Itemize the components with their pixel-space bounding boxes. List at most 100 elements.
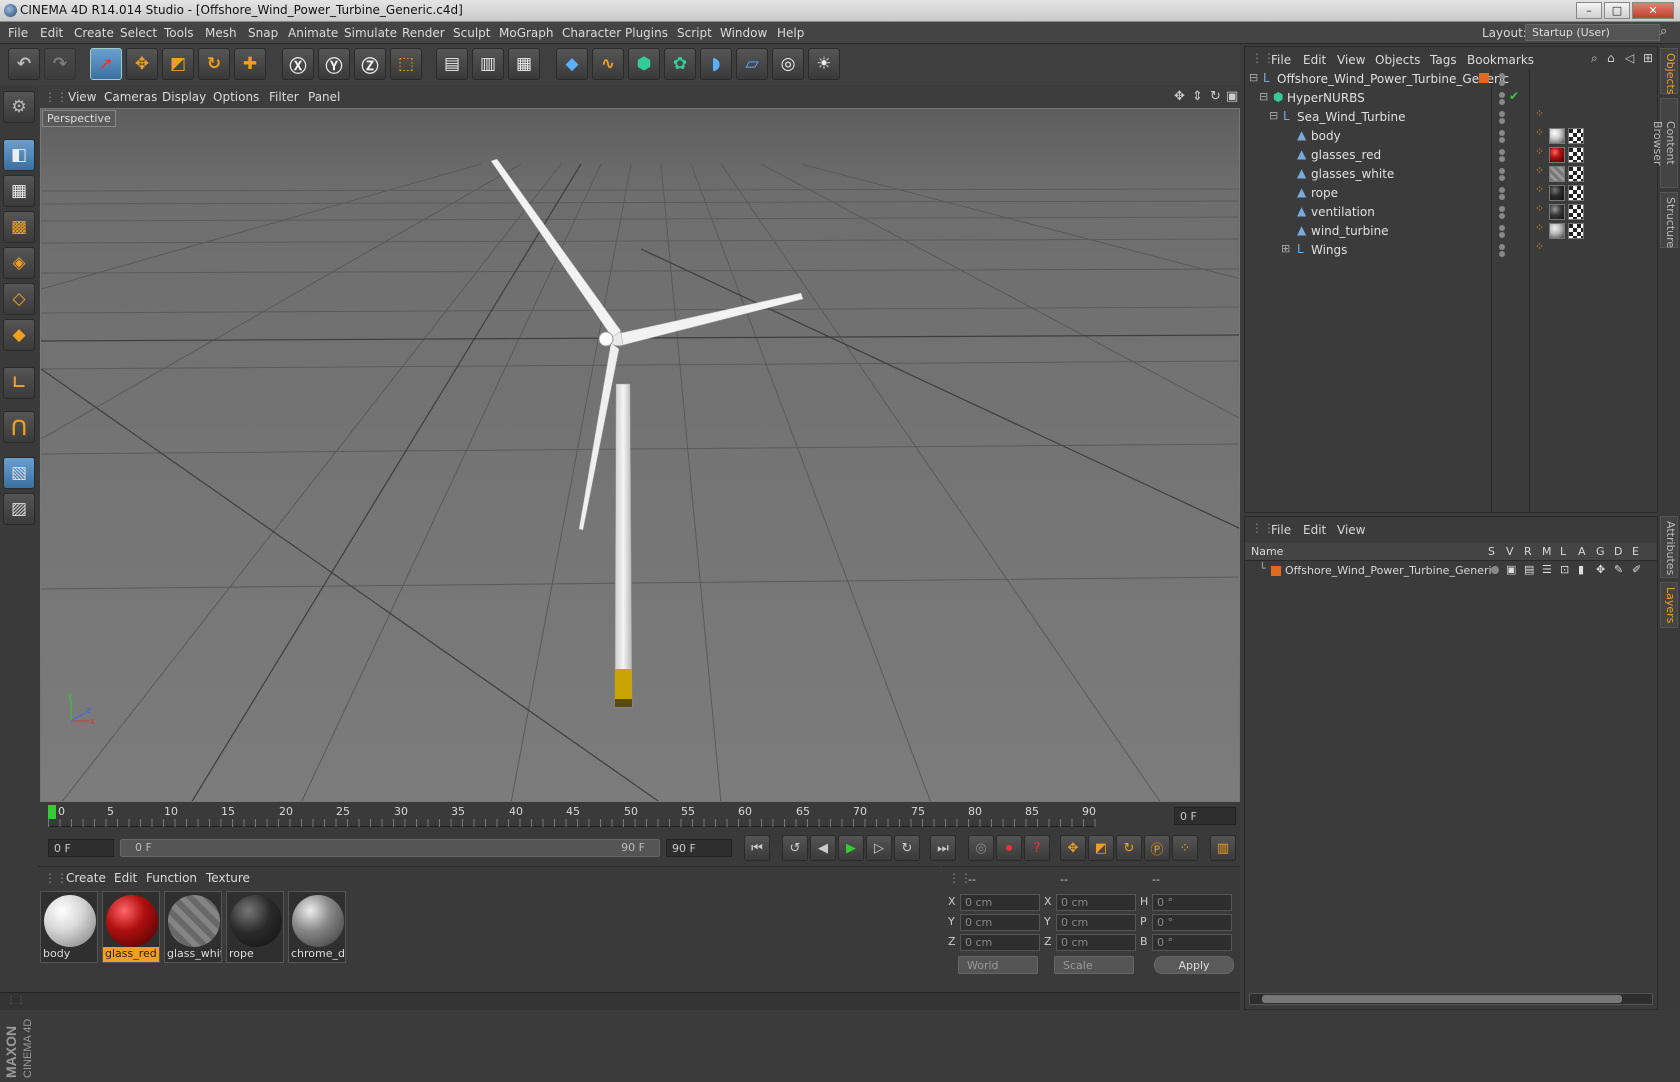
expand-icon[interactable]: ⊞ bbox=[1281, 242, 1290, 255]
rotate-icon[interactable]: ↻ bbox=[198, 48, 230, 80]
coordinate-system-icon[interactable]: ⬚ bbox=[390, 48, 422, 80]
camera-icon[interactable]: ◎ bbox=[772, 48, 804, 80]
rot-p-field[interactable]: 0 ° bbox=[1152, 914, 1232, 931]
material-menu-edit[interactable]: Edit bbox=[114, 871, 137, 885]
phong-tag-icon[interactable]: ⁘ bbox=[1535, 202, 1544, 215]
collapse-icon[interactable]: ⊟ bbox=[1269, 109, 1278, 122]
layer-menu-edit[interactable]: Edit bbox=[1303, 523, 1326, 537]
key-pla-icon[interactable]: ⁘ bbox=[1172, 835, 1198, 861]
perspective-viewport[interactable]: y x z bbox=[40, 108, 1240, 802]
material-rope[interactable]: rope bbox=[226, 891, 284, 963]
planar-workplane-icon[interactable]: ▨ bbox=[3, 493, 35, 525]
scale-icon[interactable]: ◩ bbox=[162, 48, 194, 80]
go-to-end-icon[interactable]: ⏭ bbox=[930, 835, 956, 861]
uvw-tag-icon[interactable] bbox=[1568, 166, 1584, 182]
workplane-icon[interactable]: ▩ bbox=[3, 211, 35, 243]
phong-tag-icon[interactable]: ⁘ bbox=[1535, 221, 1544, 234]
tree-item-offshore-wind-power-turbine-generic[interactable]: ⊟ L Offshore_Wind_Power_Turbine_Generic bbox=[1245, 69, 1659, 89]
key-parameter-icon[interactable]: Ⓟ bbox=[1144, 835, 1170, 861]
tab-layers[interactable]: Layers bbox=[1660, 582, 1678, 628]
collapse-icon[interactable]: ⊟ bbox=[1249, 71, 1258, 84]
spline-icon[interactable]: ∿ bbox=[592, 48, 624, 80]
uvw-tag-icon[interactable] bbox=[1568, 147, 1584, 163]
menu-mesh[interactable]: Mesh bbox=[205, 26, 237, 40]
horizontal-scrollbar[interactable] bbox=[1249, 993, 1653, 1005]
axis-icon[interactable]: ∟ bbox=[3, 367, 35, 399]
material-body[interactable]: body bbox=[40, 891, 98, 963]
polygons-mode-icon[interactable]: ◆ bbox=[3, 319, 35, 351]
menu-help[interactable]: Help bbox=[777, 26, 804, 40]
floor-icon[interactable]: ▱ bbox=[736, 48, 768, 80]
animation-toggle-icon[interactable]: ▮ bbox=[1578, 563, 1584, 576]
uvw-tag-icon[interactable] bbox=[1568, 223, 1584, 239]
tree-item-sea-wind-turbine[interactable]: ⊟ L Sea_Wind_Turbine ⁘ bbox=[1245, 107, 1659, 127]
apply-button[interactable]: Apply bbox=[1154, 956, 1234, 974]
menu-sculpt[interactable]: Sculpt bbox=[453, 26, 490, 40]
visibility-editor-icon[interactable] bbox=[1499, 73, 1505, 79]
visibility-render-icon[interactable] bbox=[1499, 156, 1505, 162]
viewport-menu-cameras[interactable]: Cameras bbox=[104, 90, 157, 104]
layer-color-icon[interactable] bbox=[1271, 566, 1281, 576]
tree-item-rope[interactable]: ▲ rope ⁘ bbox=[1245, 183, 1659, 203]
viewport-menu-filter[interactable]: Filter bbox=[269, 90, 299, 104]
menu-edit[interactable]: Edit bbox=[40, 26, 63, 40]
texture-mode-icon[interactable]: ▦ bbox=[3, 175, 35, 207]
material-glass-white[interactable]: glass_whit bbox=[164, 891, 222, 963]
render-toggle-icon[interactable]: ▤ bbox=[1524, 563, 1534, 576]
keyframe-selection-icon[interactable]: ? bbox=[1024, 835, 1050, 861]
visibility-editor-icon[interactable] bbox=[1499, 225, 1505, 231]
rot-b-field[interactable]: 0 ° bbox=[1152, 934, 1232, 951]
add-icon[interactable]: ✚ bbox=[234, 48, 266, 80]
visibility-render-icon[interactable] bbox=[1499, 99, 1505, 105]
visibility-editor-icon[interactable] bbox=[1499, 187, 1505, 193]
minimize-button[interactable]: – bbox=[1576, 2, 1602, 19]
playhead-marker[interactable] bbox=[48, 805, 56, 819]
tab-content-browser[interactable]: Content Browser bbox=[1651, 98, 1678, 188]
tree-item-glasses-white[interactable]: ▲ glasses_white ⁘ bbox=[1245, 164, 1659, 184]
key-scale-icon[interactable]: ◩ bbox=[1088, 835, 1114, 861]
solo-toggle-icon[interactable] bbox=[1491, 566, 1499, 574]
layer-menu-view[interactable]: View bbox=[1337, 523, 1365, 537]
display-tag-icon[interactable]: ⁘ bbox=[1535, 240, 1544, 253]
visibility-render-icon[interactable] bbox=[1499, 80, 1505, 86]
timeline-window-icon[interactable]: ▥ bbox=[1210, 835, 1236, 861]
object-menu-objects[interactable]: Objects bbox=[1375, 53, 1420, 67]
visibility-render-icon[interactable] bbox=[1499, 251, 1505, 257]
visibility-render-icon[interactable] bbox=[1499, 137, 1505, 143]
visibility-render-icon[interactable] bbox=[1499, 232, 1505, 238]
start-frame-field[interactable]: 0 F bbox=[48, 839, 114, 857]
maximize-button[interactable]: □ bbox=[1604, 2, 1630, 19]
manager-toggle-icon[interactable]: ☰ bbox=[1542, 563, 1552, 576]
size-x-field[interactable]: 0 cm bbox=[1056, 894, 1136, 911]
edges-mode-icon[interactable]: ◇ bbox=[3, 283, 35, 315]
cube-icon[interactable]: ◆ bbox=[556, 48, 588, 80]
live-selection-icon[interactable]: ➚ bbox=[90, 48, 122, 80]
lock-toggle-icon[interactable]: ⊡ bbox=[1560, 563, 1569, 576]
layer-row[interactable]: └ Offshore_Wind_Power_Turbine_Generic ▣ … bbox=[1245, 562, 1657, 580]
material-tag-icon[interactable] bbox=[1549, 147, 1565, 163]
deformers-toggle-icon[interactable]: ✎ bbox=[1614, 563, 1623, 576]
z-axis-icon[interactable]: Ⓩ bbox=[354, 48, 386, 80]
menu-window[interactable]: Window bbox=[720, 26, 767, 40]
generators-toggle-icon[interactable]: ✥ bbox=[1596, 563, 1605, 576]
previous-frame-icon[interactable]: ◀ bbox=[810, 835, 836, 861]
tree-item-wings[interactable]: ⊞ L Wings ⁘ bbox=[1245, 240, 1659, 260]
material-menu-create[interactable]: Create bbox=[66, 871, 106, 885]
tab-attributes[interactable]: Attributes bbox=[1660, 516, 1678, 578]
menu-script[interactable]: Script bbox=[677, 26, 712, 40]
x-axis-icon[interactable]: Ⓧ bbox=[282, 48, 314, 80]
visibility-editor-icon[interactable] bbox=[1499, 206, 1505, 212]
pos-z-field[interactable]: 0 cm bbox=[960, 934, 1040, 951]
layout-select[interactable]: Startup (User) bbox=[1525, 24, 1660, 41]
enabled-check-icon[interactable]: ✔ bbox=[1509, 89, 1519, 103]
material-tag-icon[interactable] bbox=[1549, 128, 1565, 144]
menu-animate[interactable]: Animate bbox=[288, 26, 338, 40]
render-picture-viewer-icon[interactable]: ▥ bbox=[472, 48, 504, 80]
visibility-editor-icon[interactable] bbox=[1499, 111, 1505, 117]
model-mode-icon[interactable]: ◧ bbox=[3, 139, 35, 171]
material-chrome[interactable]: chrome_de bbox=[288, 891, 346, 963]
pos-y-field[interactable]: 0 cm bbox=[960, 914, 1040, 931]
visibility-render-icon[interactable] bbox=[1499, 175, 1505, 181]
scale-dropdown[interactable]: Scale bbox=[1054, 956, 1134, 974]
visibility-editor-icon[interactable] bbox=[1499, 130, 1505, 136]
